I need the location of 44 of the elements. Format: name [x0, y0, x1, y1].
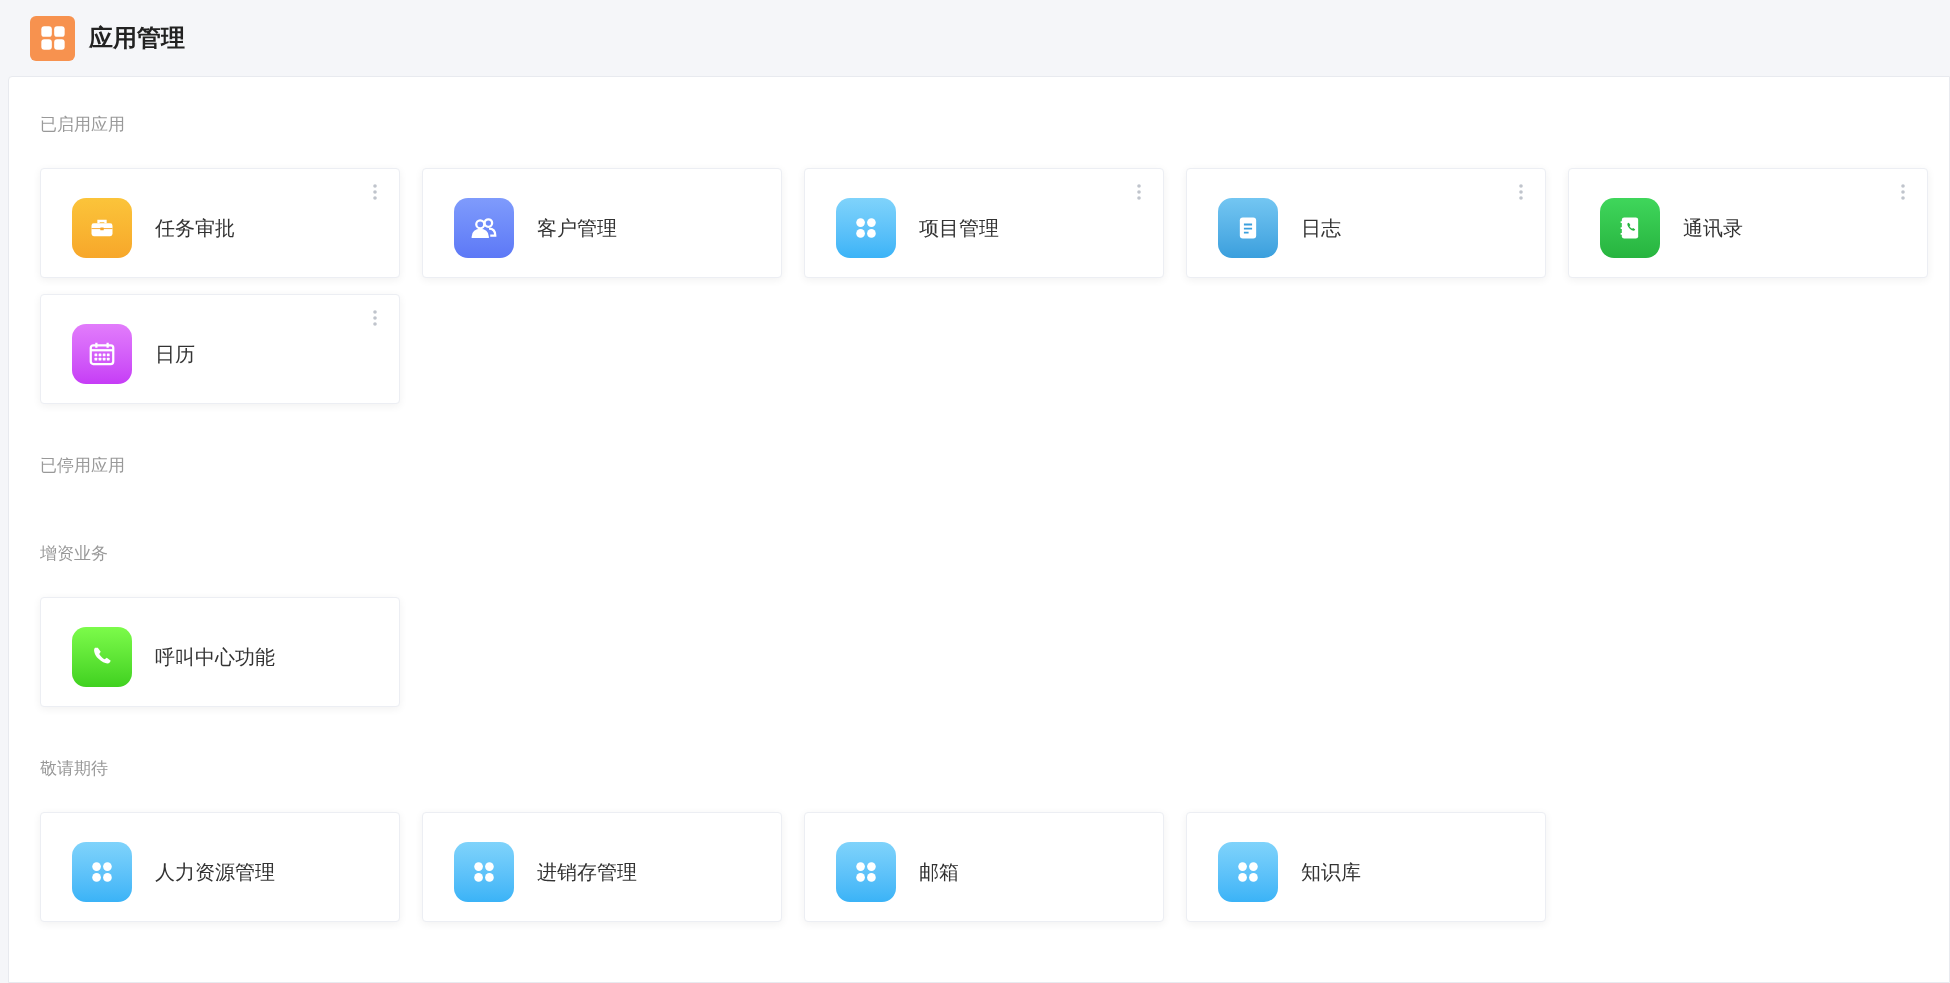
- app-name: 人力资源管理: [155, 860, 275, 885]
- app-card[interactable]: 任务审批: [40, 168, 400, 278]
- app-name: 进销存管理: [537, 860, 637, 885]
- app-card[interactable]: 进销存管理: [422, 812, 782, 922]
- more-icon[interactable]: [373, 184, 377, 200]
- app-grid-logo: [30, 15, 75, 61]
- calendar-icon: [72, 324, 132, 384]
- app-card[interactable]: 项目管理: [804, 168, 1164, 278]
- app-card[interactable]: 呼叫中心功能: [40, 597, 400, 707]
- section-heading: 敬请期待: [40, 759, 108, 778]
- more-icon[interactable]: [373, 310, 377, 326]
- page-title: 应用管理: [89, 23, 185, 53]
- phone-book-icon: [1600, 198, 1660, 258]
- people-icon: [454, 198, 514, 258]
- app-name: 邮箱: [919, 860, 959, 885]
- more-icon[interactable]: [1137, 184, 1141, 200]
- section-heading: 增资业务: [40, 544, 108, 563]
- document-icon: [1218, 198, 1278, 258]
- app-card[interactable]: 邮箱: [804, 812, 1164, 922]
- app-card[interactable]: 通讯录: [1568, 168, 1928, 278]
- phone-icon: [72, 627, 132, 687]
- four-petal-icon: [72, 842, 132, 902]
- app-card[interactable]: 客户管理: [422, 168, 782, 278]
- more-icon[interactable]: [1901, 184, 1905, 200]
- four-petal-icon: [836, 842, 896, 902]
- four-petal-icon: [454, 842, 514, 902]
- app-card[interactable]: 日历: [40, 294, 400, 404]
- app-name: 知识库: [1301, 860, 1361, 885]
- four-petal-icon: [836, 198, 896, 258]
- section-heading: 已停用应用: [40, 456, 125, 475]
- app-name: 任务审批: [155, 216, 235, 241]
- briefcase-icon: [72, 198, 132, 258]
- app-name: 呼叫中心功能: [155, 645, 275, 670]
- four-petal-icon: [1218, 842, 1278, 902]
- app-name: 项目管理: [919, 216, 999, 241]
- app-card[interactable]: 知识库: [1186, 812, 1546, 922]
- app-name: 日历: [155, 342, 195, 367]
- app-card[interactable]: 日志: [1186, 168, 1546, 278]
- app-name: 通讯录: [1683, 216, 1743, 241]
- app-name: 日志: [1301, 216, 1341, 241]
- section-heading: 已启用应用: [40, 115, 125, 134]
- app-name: 客户管理: [537, 216, 617, 241]
- app-card[interactable]: 人力资源管理: [40, 812, 400, 922]
- more-icon[interactable]: [1519, 184, 1523, 200]
